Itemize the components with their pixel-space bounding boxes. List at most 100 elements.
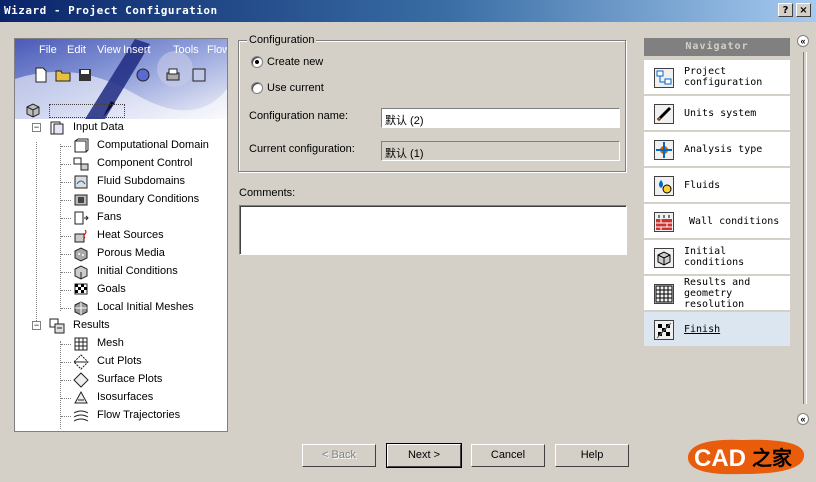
tree-item-mesh[interactable]: Mesh — [15, 335, 227, 353]
navigator-splitter[interactable] — [803, 52, 807, 404]
configuration-name-label: Configuration name: — [249, 110, 349, 122]
rebuild-icon — [136, 68, 150, 82]
tree-branch — [61, 308, 71, 309]
close-button[interactable]: × — [796, 3, 811, 17]
tree-item-cut-plots[interactable]: Cut Plots — [15, 353, 227, 371]
tree-branch — [61, 146, 71, 147]
heat-sources-label: Heat Sources — [97, 229, 164, 241]
component-control-icon — [73, 157, 89, 171]
tree-item-local-initial-meshes[interactable]: Local Initial Meshes — [15, 299, 227, 317]
cad-watermark-logo: CAD 之家 — [682, 434, 810, 478]
nav-project-configuration[interactable]: Project configuration — [644, 60, 790, 95]
tree-item-fans[interactable]: Fans — [15, 209, 227, 227]
tree-root[interactable] — [15, 101, 227, 119]
nav-units-system[interactable]: Units system — [644, 96, 790, 131]
boundary-conditions-icon — [74, 194, 88, 206]
current-configuration-label: Current configuration: — [249, 143, 355, 155]
nav-initial-conditions[interactable]: Initial conditions — [644, 240, 790, 275]
tree-item-surface-plots[interactable]: Surface Plots — [15, 371, 227, 389]
configuration-name-input[interactable]: 默认 (2) — [381, 108, 620, 128]
surface-plots-icon — [73, 372, 89, 388]
help-title-button[interactable]: ? — [778, 3, 793, 17]
cancel-button[interactable]: Cancel — [471, 444, 545, 467]
back-button[interactable]: < Back — [302, 444, 376, 467]
nav-label: Initial conditions — [684, 246, 745, 268]
nav-label: Units system — [684, 108, 757, 119]
save-icon — [79, 69, 91, 81]
tree-branch — [61, 200, 71, 201]
porous-media-icon — [74, 247, 88, 262]
configuration-group-label: Configuration — [247, 34, 317, 46]
cut-plots-icon — [73, 354, 89, 370]
tree-item-isosurfaces[interactable]: Isosurfaces — [15, 389, 227, 407]
tree-item-initial-conditions[interactable]: Initial Conditions — [15, 263, 227, 281]
results-label: Results — [73, 319, 110, 331]
nav-finish[interactable]: Finish — [644, 312, 790, 347]
banner-toolbar — [15, 63, 227, 87]
tree-item-heat-sources[interactable]: Heat Sources — [15, 227, 227, 245]
nav-fluids[interactable]: Fluids — [644, 168, 790, 203]
isosurfaces-label: Isosurfaces — [97, 391, 154, 403]
tree-branch — [61, 254, 71, 255]
tree-item-goals[interactable]: Goals — [15, 281, 227, 299]
tree-item-input-data[interactable]: − Input Data — [15, 119, 227, 137]
menu-flow: Flow — [207, 44, 227, 56]
tree-item-flow-trajectories[interactable]: Flow Trajectories — [15, 407, 227, 425]
results-resolution-grid-icon — [654, 284, 674, 304]
comments-label: Comments: — [239, 187, 296, 199]
initial-conditions-nav-icon — [654, 248, 674, 268]
tree-item-boundary-conditions[interactable]: Boundary Conditions — [15, 191, 227, 209]
tree-item-component-control[interactable]: Component Control — [15, 155, 227, 173]
collapse-navigator-bottom-icon[interactable]: « — [797, 413, 809, 425]
analysis-type-icon — [654, 140, 674, 160]
use-current-radio[interactable] — [251, 82, 263, 94]
tree-item-computational-domain[interactable]: Computational Domain — [15, 137, 227, 155]
initial-conditions-label: Initial Conditions — [97, 265, 178, 277]
print-icon — [166, 68, 180, 81]
tree-item-results[interactable]: − Results — [15, 317, 227, 335]
nav-label: Wall conditions — [689, 216, 780, 227]
fluid-subdomains-icon — [74, 175, 88, 189]
create-new-label[interactable]: Create new — [267, 56, 323, 68]
use-current-label[interactable]: Use current — [267, 82, 324, 94]
tree-branch — [61, 290, 71, 291]
new-file-icon — [35, 67, 47, 83]
next-button[interactable]: Next > — [386, 443, 462, 468]
menu-edit: Edit — [67, 44, 86, 56]
menu-insert: Insert — [123, 44, 151, 56]
tree-branch — [61, 182, 71, 183]
nav-analysis-type[interactable]: Analysis type — [644, 132, 790, 167]
current-configuration-field: 默认 (1) — [381, 141, 620, 161]
feature-tree-panel: File Edit View Insert Tools Flow − Input… — [14, 38, 228, 432]
tree-branch — [61, 218, 71, 219]
create-new-radio[interactable] — [251, 56, 263, 68]
nav-label: Results and geometry resolution — [684, 277, 751, 310]
boundary-conditions-label: Boundary Conditions — [97, 193, 200, 205]
local-initial-meshes-label: Local Initial Meshes — [97, 301, 194, 313]
heat-sources-icon — [74, 229, 87, 243]
finish-flag-icon — [654, 320, 674, 340]
nav-label: Analysis type — [684, 144, 763, 155]
tree-item-fluid-subdomains[interactable]: Fluid Subdomains — [15, 173, 227, 191]
goals-label: Goals — [97, 283, 126, 295]
results-icon — [49, 318, 65, 334]
collapse-navigator-icon[interactable]: « — [797, 35, 809, 47]
comments-textarea[interactable] — [239, 205, 627, 255]
tree-branch — [61, 344, 71, 345]
watermark-cn: 之家 — [752, 446, 793, 470]
root-selection — [49, 104, 125, 118]
window-title: Wizard - Project Configuration — [4, 4, 218, 17]
fluids-icon — [654, 176, 674, 196]
fans-label: Fans — [97, 211, 122, 223]
help-button[interactable]: Help — [555, 444, 629, 467]
nav-results-geometry-resolution[interactable]: Results and geometry resolution — [644, 276, 790, 311]
menu-file: File — [39, 44, 57, 56]
local-initial-meshes-icon — [74, 301, 88, 316]
tree-item-porous-media[interactable]: Porous Media — [15, 245, 227, 263]
wall-conditions-icon — [654, 212, 674, 232]
collapse-input-data[interactable]: − — [32, 123, 41, 132]
nav-label: Finish — [684, 324, 721, 335]
collapse-results[interactable]: − — [32, 321, 41, 330]
nav-wall-conditions[interactable]: Wall conditions — [644, 204, 790, 239]
computational-domain-label: Computational Domain — [97, 139, 209, 151]
